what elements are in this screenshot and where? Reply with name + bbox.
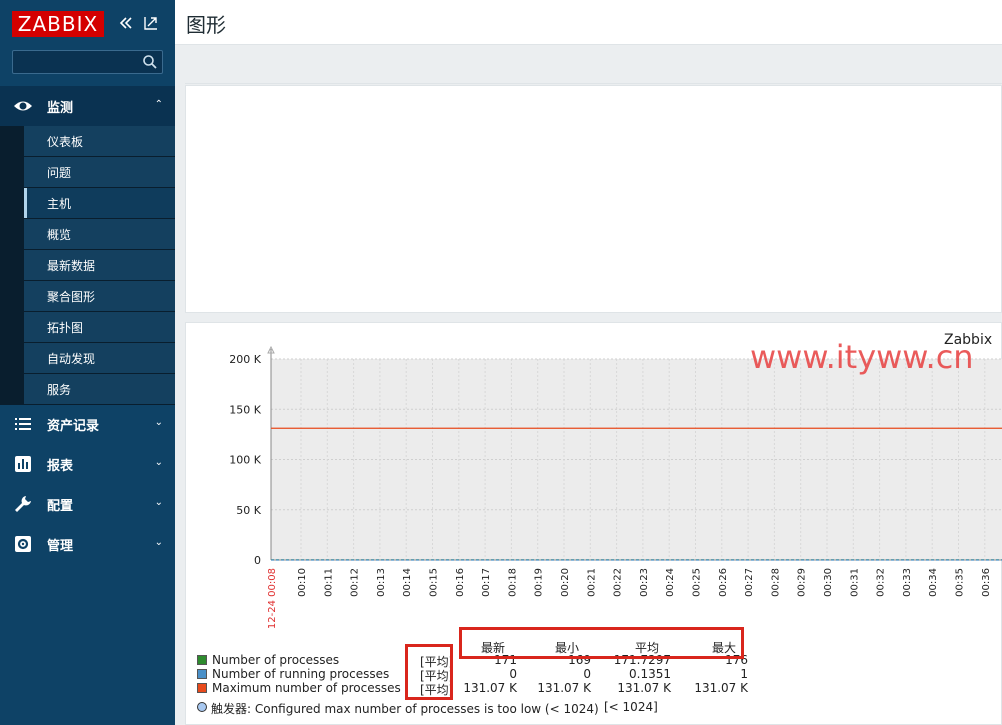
- x-tick-label: 00:13: [376, 568, 387, 597]
- y-tick-label: 50 K: [236, 504, 261, 517]
- x-tick-label: 00:31: [849, 568, 860, 597]
- x-tick-label: 00:21: [586, 568, 597, 597]
- x-tick-label: 00:11: [323, 568, 334, 597]
- x-tick-label: 00:36: [981, 568, 992, 597]
- y-tick-label: 150 K: [229, 403, 261, 416]
- y-tick-label: 0: [254, 554, 261, 567]
- highlight-box-functions: [405, 644, 453, 700]
- x-tick-label: 00:17: [481, 568, 492, 597]
- x-tick-label: 00:35: [955, 568, 966, 597]
- x-tick-label: 00:16: [455, 568, 466, 597]
- x-tick-label: 00:30: [823, 568, 834, 597]
- y-tick-label: 100 K: [229, 454, 261, 467]
- x-tick-label: 00:22: [613, 568, 624, 597]
- x-tick-label: 00:28: [770, 568, 781, 597]
- highlight-box-headers: [459, 627, 744, 659]
- x-tick-label: 00:25: [692, 568, 703, 597]
- x-tick-label: 00:29: [797, 568, 808, 597]
- x-tick-label: 00:10: [297, 568, 308, 597]
- x-tick-label: 00:33: [902, 568, 913, 597]
- x-tick-label: 00:15: [429, 568, 440, 597]
- x-tick-label: 00:32: [876, 568, 887, 597]
- y-tick-label: 200 K: [229, 353, 261, 366]
- x-tick-label: 00:20: [560, 568, 571, 597]
- x-tick-label: 00:19: [534, 568, 545, 597]
- x-tick-label: 00:14: [402, 568, 413, 597]
- x-tick-label: 00:18: [507, 568, 518, 597]
- x-tick-label: 00:26: [718, 568, 729, 597]
- x-tick-label: 00:27: [744, 568, 755, 597]
- x-tick-label: 00:34: [928, 568, 939, 597]
- x-tick-label: 00:23: [639, 568, 650, 597]
- x-start-label: 12-24 00:08: [267, 568, 278, 629]
- watermark-text: www.ityww.cn: [750, 338, 974, 376]
- x-tick-label: 00:24: [665, 568, 676, 597]
- x-tick-label: 00:12: [350, 568, 361, 597]
